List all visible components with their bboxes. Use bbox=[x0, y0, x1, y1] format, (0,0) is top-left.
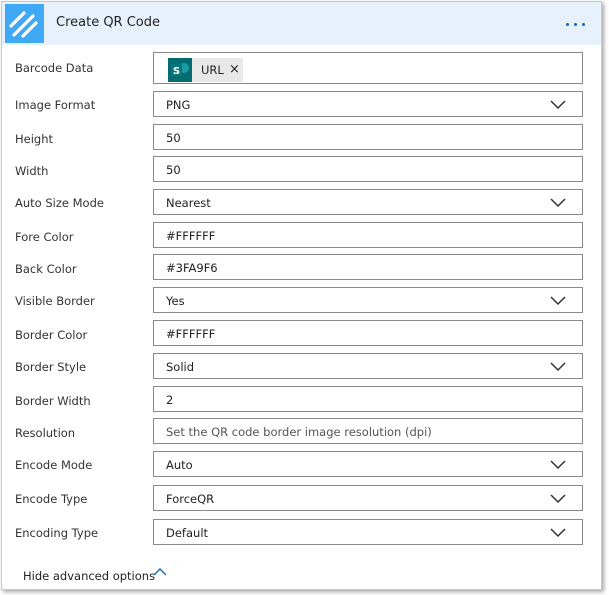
input-value: 2 bbox=[166, 393, 174, 407]
encode-type-select[interactable]: ForceQR bbox=[153, 485, 583, 511]
token-label: URL bbox=[201, 63, 224, 77]
connector-logo-icon bbox=[5, 4, 44, 43]
select-value: Nearest bbox=[166, 196, 211, 210]
border-style-label: Border Style bbox=[15, 360, 87, 374]
chevron-down-icon bbox=[550, 460, 566, 470]
resolution-label: Resolution bbox=[15, 426, 76, 440]
border-width-input[interactable]: 2 bbox=[153, 386, 583, 412]
ellipsis-icon bbox=[574, 23, 577, 26]
sharepoint-icon: S bbox=[168, 58, 192, 82]
chevron-up-icon bbox=[153, 568, 167, 576]
select-value: Default bbox=[166, 526, 209, 540]
encode-mode-select[interactable]: Auto bbox=[153, 451, 583, 477]
chevron-down-icon bbox=[550, 528, 566, 538]
visible-border-label: Visible Border bbox=[15, 294, 95, 308]
border-color-input[interactable]: #FFFFFF bbox=[153, 320, 583, 346]
encoding-type-select[interactable]: Default bbox=[153, 519, 583, 545]
border-color-label: Border Color bbox=[15, 328, 88, 342]
svg-text:S: S bbox=[173, 66, 180, 77]
select-value: Solid bbox=[166, 360, 195, 374]
height-label: Height bbox=[15, 132, 54, 146]
back-color-input[interactable]: #3FA9F6 bbox=[153, 254, 583, 280]
action-card: Create QR Code Barcode Data S URL × Imag… bbox=[1, 1, 602, 590]
chevron-down-icon bbox=[550, 100, 566, 110]
fore-color-label: Fore Color bbox=[15, 230, 74, 244]
border-width-label: Border Width bbox=[15, 394, 91, 408]
url-token[interactable]: S URL × bbox=[168, 58, 243, 82]
select-value: ForceQR bbox=[166, 492, 215, 506]
more-options-button[interactable] bbox=[562, 14, 590, 34]
height-input[interactable]: 50 bbox=[153, 124, 583, 150]
select-value: PNG bbox=[166, 98, 191, 112]
encoding-type-label: Encoding Type bbox=[15, 526, 99, 540]
input-value: 50 bbox=[166, 163, 181, 177]
ellipsis-icon bbox=[566, 23, 569, 26]
chevron-down-icon bbox=[550, 296, 566, 306]
encode-mode-label: Encode Mode bbox=[15, 458, 93, 472]
ellipsis-icon bbox=[582, 23, 585, 26]
hide-advanced-options-link[interactable]: Hide advanced options bbox=[23, 565, 167, 583]
advanced-options-label: Hide advanced options bbox=[23, 569, 156, 583]
card-header[interactable]: Create QR Code bbox=[2, 2, 601, 45]
chevron-down-icon bbox=[550, 198, 566, 208]
width-label: Width bbox=[15, 164, 49, 178]
auto-size-mode-label: Auto Size Mode bbox=[15, 196, 104, 210]
barcode-data-field[interactable]: S URL × bbox=[153, 52, 583, 84]
chevron-down-icon bbox=[550, 494, 566, 504]
input-value: #3FA9F6 bbox=[166, 261, 218, 275]
width-input[interactable]: 50 bbox=[153, 156, 583, 182]
select-value: Auto bbox=[166, 458, 193, 472]
input-value: #FFFFFF bbox=[166, 229, 216, 243]
barcode-data-label: Barcode Data bbox=[15, 61, 94, 75]
chevron-down-icon bbox=[550, 362, 566, 372]
encode-type-label: Encode Type bbox=[15, 492, 88, 506]
auto-size-mode-select[interactable]: Nearest bbox=[153, 189, 583, 215]
image-format-select[interactable]: PNG bbox=[153, 91, 583, 117]
visible-border-select[interactable]: Yes bbox=[153, 287, 583, 313]
resolution-input[interactable]: Set the QR code border image resolution … bbox=[153, 418, 583, 444]
input-placeholder: Set the QR code border image resolution … bbox=[166, 425, 432, 439]
token-remove-icon[interactable]: × bbox=[229, 62, 240, 77]
select-value: Yes bbox=[166, 294, 185, 308]
image-format-label: Image Format bbox=[15, 98, 96, 112]
card-title: Create QR Code bbox=[56, 15, 161, 30]
border-style-select[interactable]: Solid bbox=[153, 353, 583, 379]
fore-color-input[interactable]: #FFFFFF bbox=[153, 222, 583, 248]
input-value: 50 bbox=[166, 131, 181, 145]
input-value: #FFFFFF bbox=[166, 327, 216, 341]
back-color-label: Back Color bbox=[15, 262, 77, 276]
